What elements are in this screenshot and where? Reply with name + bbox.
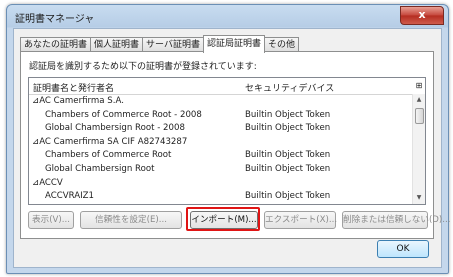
cert-device: Builtin Object Token (245, 150, 331, 161)
cert-name: Chambers of Commerce Root (45, 150, 172, 161)
dialog-client-area: あなたの証明書 個人証明書 サーバ証明書 認証局証明書 その他 認証局を識別する… (13, 28, 450, 268)
tree-child-row[interactable]: Global Chambersign Root - 2008 Builtin O… (29, 122, 413, 136)
cert-name: Global Chambersign Root (45, 163, 155, 174)
cert-name: Chambers of Commerce Root - 2008 (45, 109, 202, 120)
export-button[interactable]: エクスポート(X)... (264, 211, 337, 229)
scroll-up-arrow-icon[interactable]: ▲ (413, 94, 425, 106)
certificate-tree[interactable]: 証明書名と発行者名 セキュリティデバイス ⊞ ⊿AC Camerfirma S.… (28, 77, 426, 205)
cert-device: Builtin Object Token (245, 191, 331, 202)
cert-name: ⊿AC Camerfirma S.A. (32, 96, 124, 106)
cert-name: Global Chambersign Root - 2008 (45, 123, 185, 134)
certificate-rows: ⊿AC Camerfirma S.A. Chambers of Commerce… (29, 95, 413, 204)
cert-name: ACCVRAIZ1 (45, 191, 94, 202)
title-bar[interactable]: 証明書マネージャ x (7, 5, 448, 27)
column-header-device[interactable]: セキュリティデバイス (245, 81, 334, 94)
tree-group-row[interactable]: ⊿ACCV (29, 177, 413, 191)
close-button[interactable]: x (400, 6, 444, 25)
scroll-down-arrow-icon[interactable]: ▼ (413, 192, 425, 204)
edit-trust-button[interactable]: 信頼性を設定(E)... (80, 211, 182, 229)
tab-strip: あなたの証明書 個人証明書 サーバ証明書 認証局証明書 その他 (20, 35, 299, 53)
delete-or-distrust-button[interactable]: 削除または信頼しない(D)... (342, 211, 450, 229)
scrollbar-thumb[interactable] (415, 108, 424, 124)
import-highlight-box (186, 207, 260, 231)
action-button-row: 表示(V)... 信頼性を設定(E)... インポート(M)... エクスポート… (28, 207, 450, 231)
authorities-panel: 認証局を識別するため以下の証明書が登録されています: 証明書名と発行者名 セキュ… (20, 51, 450, 239)
window-title: 証明書マネージャ (15, 14, 95, 25)
tree-group-row[interactable]: ⊿AC Camerfirma SA CIF A82743287 (29, 136, 413, 150)
cert-device: Builtin Object Token (245, 109, 331, 120)
tree-child-row[interactable]: Chambers of Commerce Root Builtin Object… (29, 149, 413, 163)
cert-name: ⊿AC Camerfirma SA CIF A82743287 (32, 136, 188, 147)
certificate-manager-window: 証明書マネージャ x あなたの証明書 個人証明書 サーバ証明書 認証局証明書 そ… (6, 4, 450, 274)
cert-device: Builtin Object Token (245, 163, 331, 174)
view-button[interactable]: 表示(V)... (28, 211, 74, 229)
ok-button[interactable]: OK (377, 240, 429, 258)
tree-group-row[interactable]: ⊿AC Camerfirma S.A. (29, 95, 413, 109)
tree-child-row[interactable]: ACCVRAIZ1 Builtin Object Token (29, 190, 413, 204)
vertical-scrollbar[interactable]: ▲ ▼ (412, 94, 425, 204)
tree-child-row[interactable]: Global Chambersign Root Builtin Object T… (29, 163, 413, 177)
tree-child-row[interactable]: Chambers of Commerce Root - 2008 Builtin… (29, 109, 413, 123)
column-picker-icon[interactable]: ⊞ (413, 78, 425, 94)
cert-device: Builtin Object Token (245, 123, 331, 134)
column-header-name[interactable]: 証明書名と発行者名 (33, 81, 114, 94)
cert-name: ⊿ACCV (32, 177, 63, 188)
tab-authority-certificates[interactable]: 認証局証明書 (202, 35, 265, 53)
panel-description: 認証局を識別するため以下の証明書が登録されています: (29, 62, 257, 72)
column-header-row: 証明書名と発行者名 セキュリティデバイス (29, 78, 413, 95)
